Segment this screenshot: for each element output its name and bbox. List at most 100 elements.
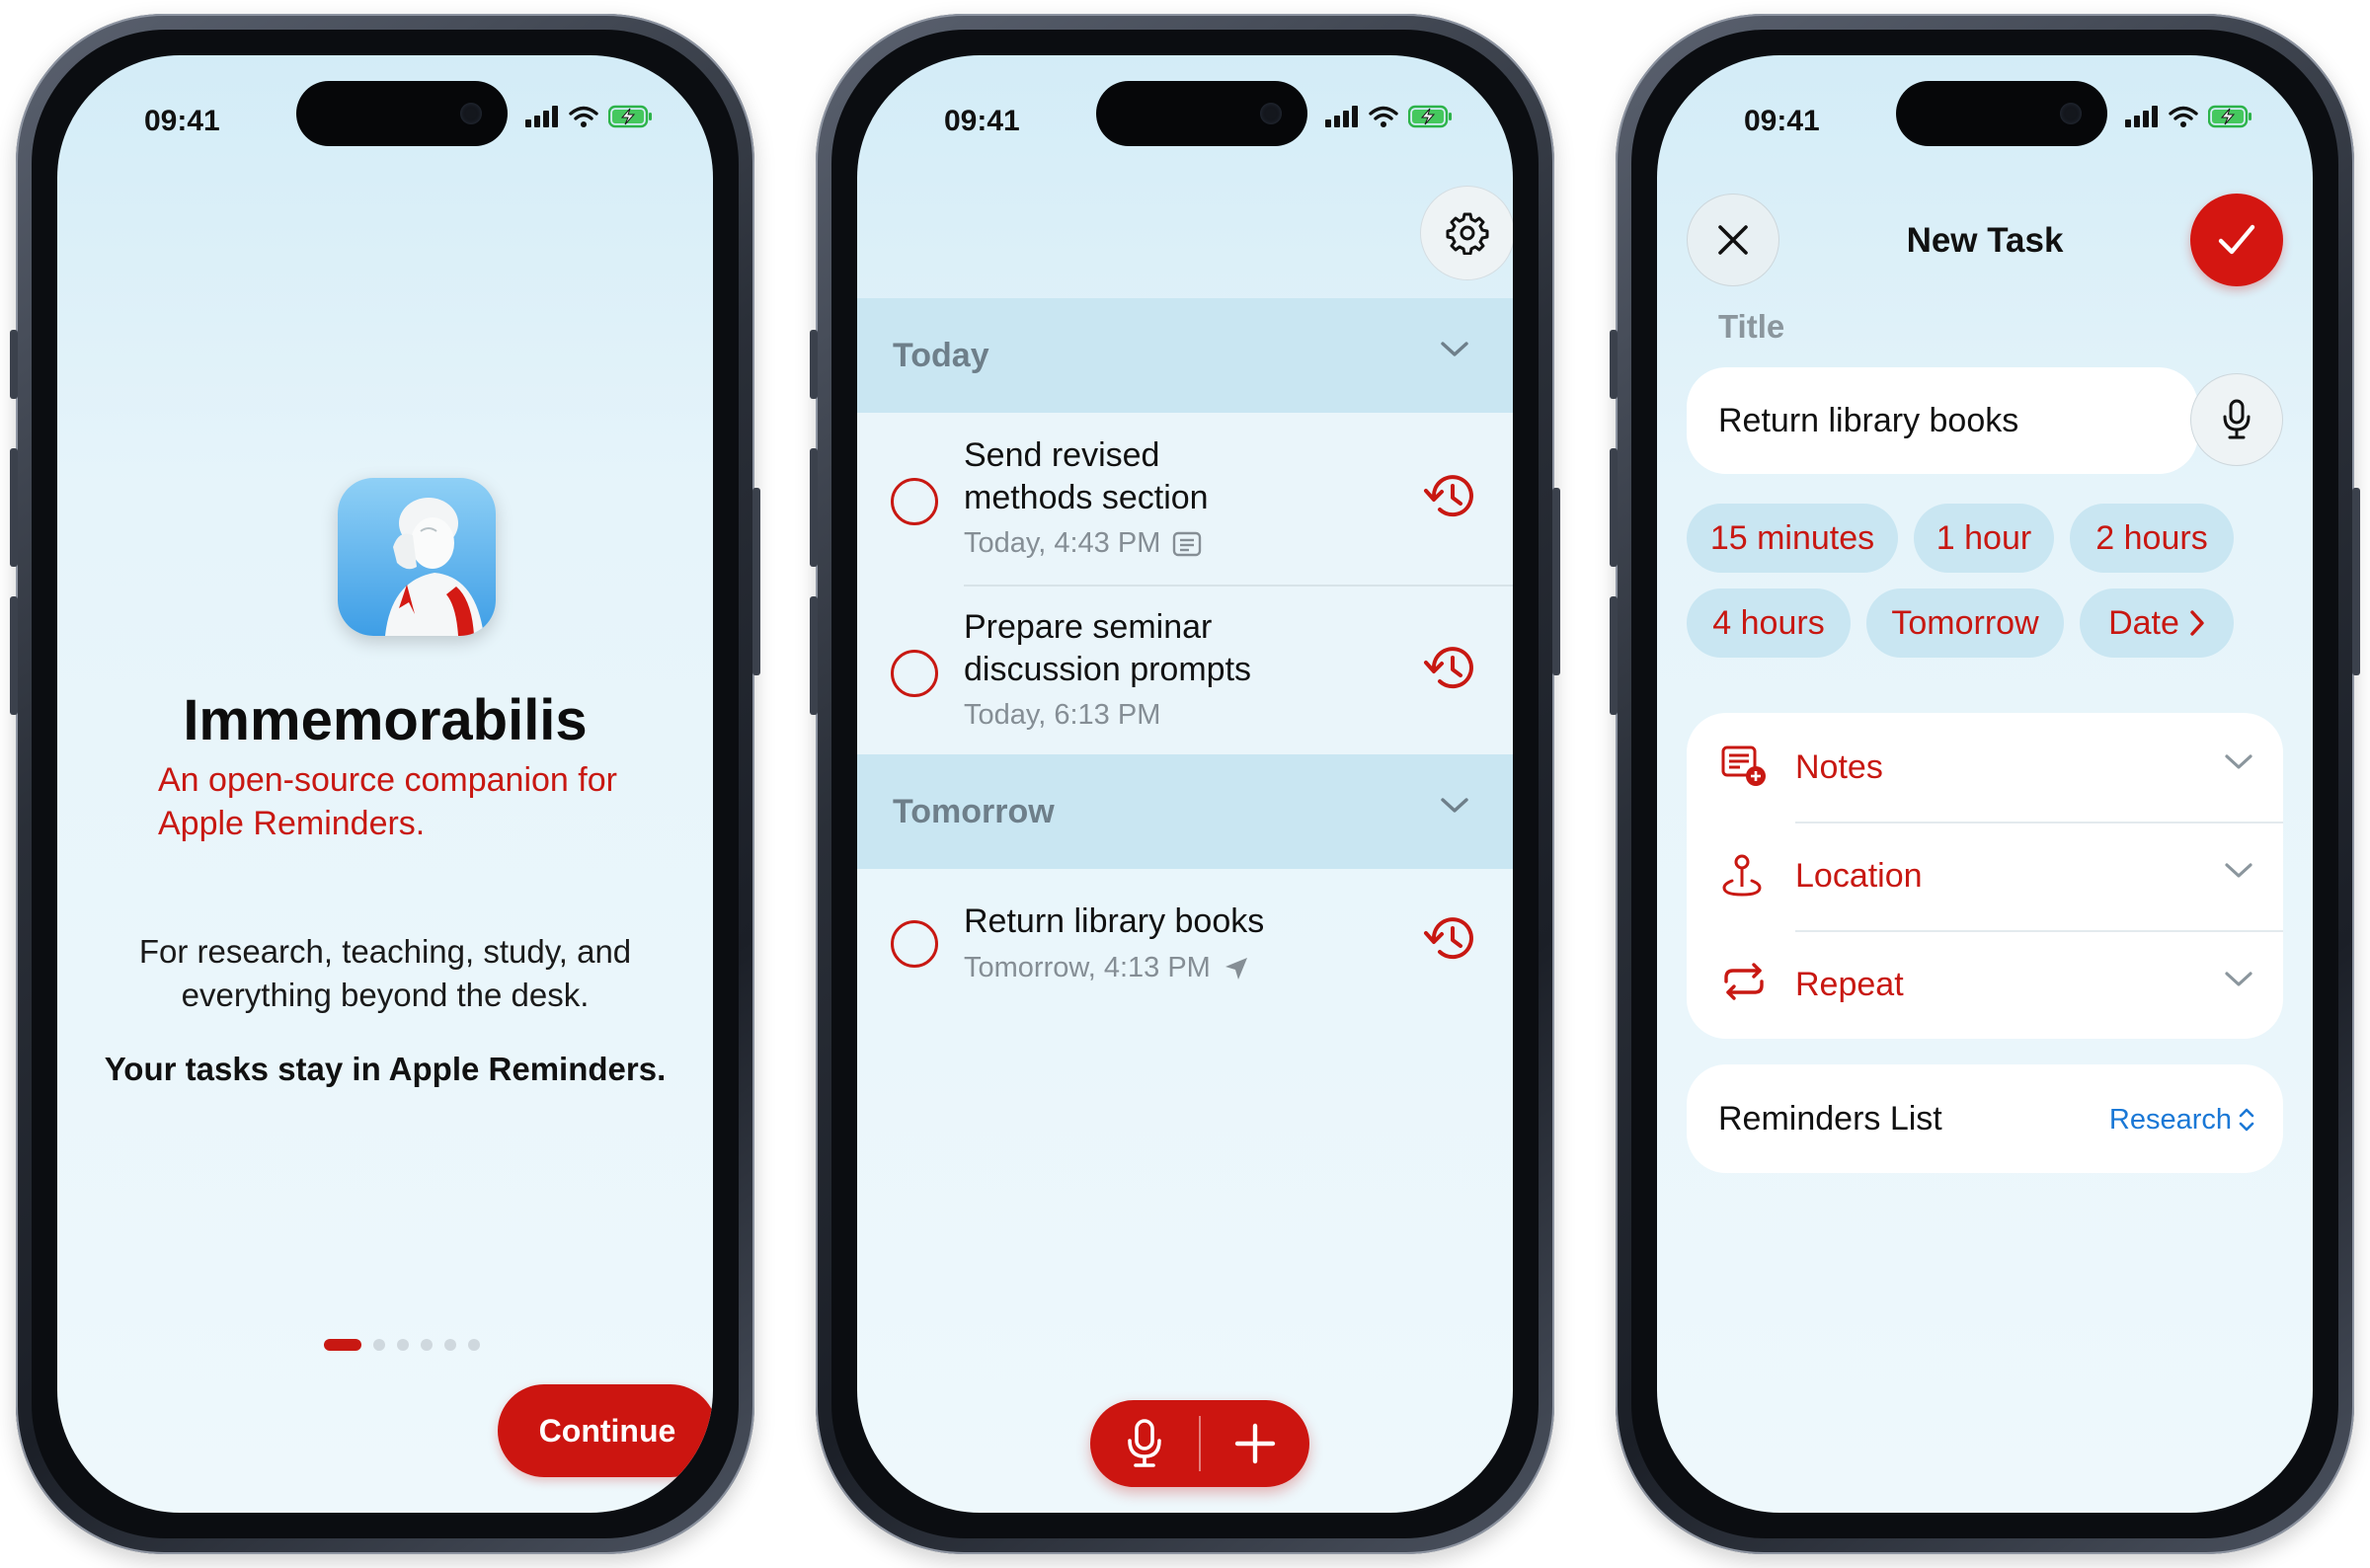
app-emphasis: Your tasks stay in Apple Reminders. xyxy=(104,1051,667,1087)
repeat-label: Repeat xyxy=(1795,965,1904,1003)
task-row[interactable]: Return library books Tomorrow, 4:13 PM xyxy=(857,869,1513,1007)
chip-2-hours[interactable]: 2 hours xyxy=(2070,504,2234,573)
microphone-icon xyxy=(1128,1419,1161,1467)
page-dot-active[interactable] xyxy=(324,1339,361,1351)
page-dot[interactable] xyxy=(444,1339,456,1351)
checkmark-icon xyxy=(2218,224,2255,255)
chevron-down-icon xyxy=(1441,798,1468,813)
dictate-button[interactable] xyxy=(2190,373,2283,466)
notes-icon xyxy=(1173,531,1202,556)
title-label: Title xyxy=(1718,308,1785,345)
task-complete-toggle[interactable] xyxy=(891,478,938,525)
task-due: Today, 6:13 PM xyxy=(964,699,1161,731)
reschedule-history-icon[interactable] xyxy=(1422,470,1479,523)
location-row[interactable]: Location xyxy=(1687,822,2283,930)
section-title: Today xyxy=(893,336,989,374)
chevron-down-icon xyxy=(1441,342,1468,356)
section-header-today[interactable]: Today xyxy=(857,298,1513,413)
reschedule-history-icon[interactable] xyxy=(1422,912,1479,966)
gear-icon xyxy=(1446,212,1489,255)
task-due: Tomorrow, 4:13 PM xyxy=(964,952,1250,984)
chevron-down-icon xyxy=(2225,863,2252,878)
chevron-up-down-icon xyxy=(2239,1108,2254,1132)
wifi-icon xyxy=(569,106,598,127)
add-task-toolbar xyxy=(1090,1400,1309,1487)
task-title: Return library books xyxy=(964,902,1265,940)
page-dot[interactable] xyxy=(468,1339,480,1351)
microphone-icon xyxy=(2223,399,2251,439)
status-time: 09:41 xyxy=(1744,105,1820,137)
showcase: 09:41 Immemorabilis An open-source compa… xyxy=(0,0,2370,1568)
chevron-down-icon xyxy=(2225,972,2252,986)
wifi-icon xyxy=(1369,106,1398,127)
dynamic-island xyxy=(1096,81,1307,146)
task-complete-toggle[interactable] xyxy=(891,650,938,697)
voice-add-button[interactable] xyxy=(1090,1400,1199,1487)
dynamic-island xyxy=(296,81,508,146)
cellular-signal-icon xyxy=(2125,106,2158,127)
chip-4-hours[interactable]: 4 hours xyxy=(1687,588,1851,658)
page-dot[interactable] xyxy=(421,1339,433,1351)
chevron-down-icon xyxy=(2225,754,2252,769)
chip-15-minutes[interactable]: 15 minutes xyxy=(1687,504,1898,573)
app-description: For research, teaching, study, and every… xyxy=(138,933,632,1013)
title-input[interactable]: Return library books xyxy=(1687,367,2198,474)
status-icons xyxy=(2125,105,2253,128)
task-title: Send revised methods section xyxy=(964,436,1209,516)
task-due: Today, 4:43 PM xyxy=(964,527,1202,560)
page-dot[interactable] xyxy=(397,1339,409,1351)
plus-icon xyxy=(1234,1423,1276,1464)
wifi-icon xyxy=(2169,106,2198,127)
phone-task-list: 09:41 Today Send revised methods section… xyxy=(810,14,1560,1554)
cellular-signal-icon xyxy=(525,106,558,127)
onboarding-screen: 09:41 Immemorabilis An open-source compa… xyxy=(57,55,713,1513)
notes-label: Notes xyxy=(1795,747,1883,786)
status-time: 09:41 xyxy=(944,105,1020,137)
app-tagline: An open-source companion for Apple Remin… xyxy=(158,761,617,842)
save-task-button[interactable] xyxy=(2190,194,2283,286)
reminders-list-card[interactable]: Reminders List Research xyxy=(1687,1064,2283,1173)
repeat-icon xyxy=(1724,963,1764,1000)
chip-1-hour[interactable]: 1 hour xyxy=(1914,504,2054,573)
status-icons xyxy=(525,105,654,128)
section-header-tomorrow[interactable]: Tomorrow xyxy=(857,754,1513,869)
location-arrow-icon xyxy=(1224,957,1247,980)
task-row[interactable]: Prepare seminar discussion prompts Today… xyxy=(857,587,1513,754)
continue-button[interactable]: Continue xyxy=(498,1384,713,1477)
task-complete-toggle[interactable] xyxy=(891,920,938,968)
task-title: Prepare seminar discussion prompts xyxy=(964,608,1252,688)
task-options-card: Notes Location Repeat xyxy=(1687,713,2283,1039)
location-label: Location xyxy=(1795,856,1923,895)
task-row[interactable]: Send revised methods section Today, 4:43… xyxy=(857,413,1513,585)
battery-charging-icon xyxy=(2208,105,2252,128)
app-name: Immemorabilis xyxy=(183,688,588,752)
reschedule-history-icon[interactable] xyxy=(1422,642,1479,695)
cellular-signal-icon xyxy=(1325,106,1358,127)
phone-new-task: 09:41 New Task Title Return library book… xyxy=(1610,14,2360,1554)
today-tasks: Send revised methods section Today, 4:43… xyxy=(857,413,1513,754)
add-button[interactable] xyxy=(1201,1400,1309,1487)
page-indicator[interactable] xyxy=(324,1339,480,1351)
battery-charging-icon xyxy=(1408,105,1452,128)
page-dot[interactable] xyxy=(373,1339,385,1351)
location-pin-icon xyxy=(1722,854,1762,897)
app-logo xyxy=(338,478,496,636)
reminders-list-label: Reminders List xyxy=(1718,1100,1942,1137)
section-title: Tomorrow xyxy=(893,792,1055,830)
chip-tomorrow[interactable]: Tomorrow xyxy=(1866,588,2064,658)
status-icons xyxy=(1325,105,1454,128)
phone-onboarding: 09:41 Immemorabilis An open-source compa… xyxy=(10,14,760,1554)
tomorrow-tasks: Return library books Tomorrow, 4:13 PM xyxy=(857,869,1513,1007)
settings-button[interactable] xyxy=(1420,186,1513,280)
dynamic-island xyxy=(1896,81,2107,146)
repeat-row[interactable]: Repeat xyxy=(1687,930,2283,1039)
status-time: 09:41 xyxy=(144,105,220,137)
notes-add-icon xyxy=(1721,745,1766,786)
chip-date[interactable]: Date xyxy=(2080,588,2234,658)
notes-row[interactable]: Notes xyxy=(1687,713,2283,822)
reminders-list-picker[interactable]: Research xyxy=(2109,1104,2232,1137)
chevron-right-icon xyxy=(2190,610,2204,636)
task-list-screen: 09:41 Today Send revised methods section… xyxy=(857,55,1513,1513)
new-task-screen: 09:41 New Task Title Return library book… xyxy=(1657,55,2313,1513)
battery-charging-icon xyxy=(608,105,652,128)
